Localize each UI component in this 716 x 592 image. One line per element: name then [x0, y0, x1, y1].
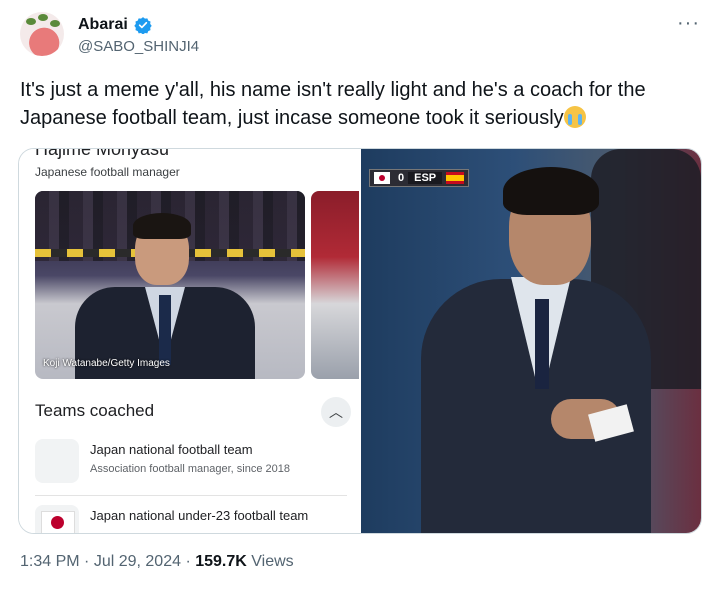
list-item[interactable]: Japan national football team Association…	[35, 439, 355, 485]
japan-flag-icon	[374, 172, 390, 184]
score-bug: 0 ESP	[369, 169, 470, 187]
coach-hair	[503, 167, 599, 215]
user-handle[interactable]: @SABO_SHINJI4	[78, 38, 199, 55]
secondary-photo	[311, 191, 359, 379]
tweet-text: It's just a meme y'all, his name isn't r…	[20, 76, 690, 132]
tweet-time[interactable]: 1:34 PM	[20, 553, 80, 570]
views-count: 159.7K	[195, 553, 247, 570]
divider	[35, 495, 347, 496]
list-item[interactable]: Japan national under-23 football team	[35, 505, 355, 533]
score-value: 0	[398, 172, 405, 184]
teams-coached-title: Teams coached	[35, 401, 155, 420]
team-thumbnail	[35, 439, 79, 483]
avatar-leaf-decoration	[26, 18, 36, 25]
more-horizontal-icon[interactable]: ···	[677, 12, 700, 35]
manager-photo: Koji Watanabe/Getty Images	[35, 191, 305, 379]
name-row: Abarai	[78, 14, 152, 36]
tweet-body: It's just a meme y'all, his name isn't r…	[20, 79, 646, 129]
avatar[interactable]	[20, 12, 64, 56]
views-label: Views	[251, 553, 294, 570]
media-right-panel[interactable]: 0 ESP	[361, 149, 701, 533]
team-name: Japan national under-23 football team	[90, 508, 309, 523]
tweet-date[interactable]: Jul 29, 2024	[94, 553, 181, 570]
photo-hair	[133, 213, 191, 239]
tweet-header: Abarai @SABO_SHINJI4 ···	[20, 12, 700, 60]
team-name: Japan national football team	[90, 442, 253, 457]
knowledge-panel-subtitle: Japanese football manager	[35, 165, 180, 179]
loudly-crying-face-icon	[563, 106, 586, 128]
team-desc: Association football manager, since 2018	[90, 463, 290, 475]
verified-badge-icon[interactable]	[134, 16, 152, 34]
chevron-up-icon[interactable]: ︿	[321, 397, 351, 427]
knowledge-panel-title: Hajime Moriyasu	[35, 148, 170, 159]
photo-tie	[159, 295, 171, 365]
media-left-panel[interactable]: Hajime Moriyasu Japanese football manage…	[19, 149, 359, 533]
spain-flag-icon	[446, 172, 465, 184]
avatar-leaf-decoration	[38, 14, 48, 21]
photo-credit: Koji Watanabe/Getty Images	[43, 358, 170, 369]
avatar-leaf-decoration	[50, 20, 60, 27]
japan-flag-shape	[41, 511, 75, 533]
japan-flag-icon	[35, 505, 79, 533]
away-team-label: ESP	[408, 172, 443, 184]
coach-tie	[535, 299, 549, 389]
tweet-media[interactable]: Hajime Moriyasu Japanese football manage…	[18, 148, 702, 534]
display-name[interactable]: Abarai	[78, 16, 128, 34]
tweet-footer: 1:34 PM · Jul 29, 2024 · 159.7K Views	[20, 553, 294, 570]
